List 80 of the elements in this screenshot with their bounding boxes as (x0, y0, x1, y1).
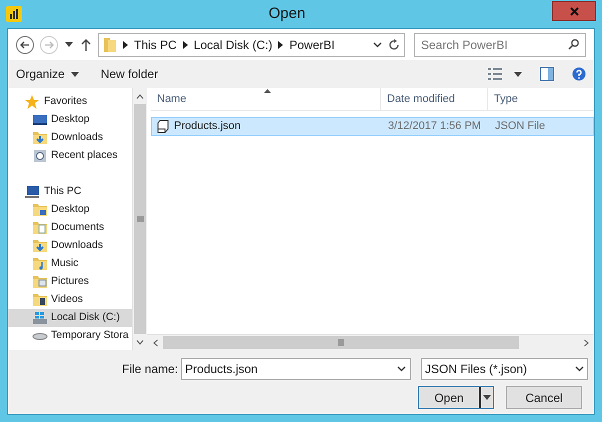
drive-icon (32, 310, 48, 326)
chevron-down-icon (373, 42, 382, 48)
window-title: Open (268, 4, 306, 24)
scrollbar-thumb[interactable] (163, 336, 519, 349)
column-header[interactable]: Date modified (381, 88, 488, 110)
chevron-down-icon (575, 366, 584, 372)
horizontal-scrollbar[interactable] (147, 334, 594, 350)
back-button[interactable] (16, 36, 34, 54)
table-cell: 3/12/2017 1:56 PM (388, 120, 481, 132)
sidebar-item[interactable]: Pictures (8, 273, 132, 291)
desktop-icon (32, 112, 48, 128)
sidebar-item[interactable]: Downloads (8, 237, 132, 255)
scroll-right-icon (584, 338, 588, 346)
back-arrow-icon (20, 40, 30, 48)
breadcrumb-arrow-icon (278, 40, 284, 48)
recent-places-icon (32, 148, 48, 164)
search-icon (568, 38, 579, 50)
star-icon (24, 94, 40, 110)
list-view-icon (488, 68, 502, 80)
refresh-icon (388, 38, 400, 50)
forward-arrow-icon (44, 40, 54, 48)
sidebar-item[interactable]: Temporary Stora (8, 327, 132, 345)
preview-pane-icon (540, 67, 554, 81)
search-field[interactable]: Search PowerBI (414, 32, 586, 56)
file-name-field[interactable]: Products.json (181, 358, 412, 380)
pictures-folder-icon (32, 274, 48, 290)
sidebar-item[interactable]: Favorites (8, 93, 132, 111)
grip-icon (338, 339, 344, 346)
toolbar-button[interactable]: New folder (96, 63, 162, 85)
scroll-down-icon (136, 340, 144, 344)
downloads-folder-icon (32, 238, 48, 254)
column-header[interactable]: Name (151, 88, 381, 110)
scrollbar-thumb[interactable] (134, 104, 146, 334)
breadcrumb-arrow-icon (182, 40, 188, 48)
grip-icon (136, 216, 144, 222)
caret-icon (514, 72, 522, 76)
drive-icon (32, 332, 48, 340)
sidebar-item[interactable]: Desktop (8, 111, 132, 129)
computer-icon (24, 184, 40, 200)
address-bar[interactable]: This PC Local Disk (C:) PowerBI (98, 32, 405, 56)
sidebar-item[interactable]: Desktop (8, 201, 132, 219)
videos-folder-icon (32, 292, 48, 308)
sidebar-item[interactable]: Videos (8, 291, 132, 309)
open-button[interactable]: Open (418, 386, 494, 409)
cancel-button[interactable]: Cancel (506, 386, 582, 409)
caret-icon (70, 72, 79, 76)
file-type-dropdown[interactable]: JSON Files (*.json) (421, 358, 588, 380)
table-cell: JSON File (495, 120, 546, 132)
breadcrumb[interactable]: PowerBI (289, 36, 335, 54)
sidebar-item[interactable]: Recent places (8, 147, 132, 165)
breadcrumb[interactable]: This PC (134, 36, 177, 54)
breadcrumb-arrow-icon (123, 40, 128, 48)
music-folder-icon (32, 256, 48, 272)
chevron-down-icon (397, 366, 406, 372)
file-icon (157, 120, 169, 133)
table-cell-text: Products.json (174, 119, 241, 134)
toolbar-button[interactable]: Organize (12, 63, 83, 85)
downloads-folder-icon (32, 130, 48, 146)
column-header[interactable]: Type (488, 88, 594, 110)
scroll-left-icon (152, 338, 158, 346)
file-row[interactable]: Products.json 3/12/2017 1:56 PM JSON File (151, 117, 594, 136)
desktop-folder-icon (32, 202, 48, 218)
sidebar-item[interactable]: Local Disk (C:) (8, 309, 132, 327)
scroll-up-icon (136, 94, 144, 98)
folder-icon (103, 36, 117, 52)
sidebar-item[interactable]: Music (8, 255, 132, 273)
caret-icon (65, 42, 73, 47)
help-icon (572, 67, 586, 81)
sidebar-item[interactable]: Downloads (8, 129, 132, 147)
up-arrow-icon (81, 38, 91, 50)
sidebar-item[interactable]: Documents (8, 219, 132, 237)
field-label: File name: (122, 361, 178, 378)
caret-icon (483, 395, 491, 400)
app-icon (6, 6, 22, 22)
sort-arrow-icon (264, 89, 271, 93)
sidebar-item[interactable]: This PC (8, 183, 132, 201)
close-icon (570, 6, 578, 16)
close-button[interactable] (552, 1, 596, 21)
documents-folder-icon (32, 220, 48, 236)
breadcrumb[interactable]: Local Disk (C:) (194, 36, 272, 54)
